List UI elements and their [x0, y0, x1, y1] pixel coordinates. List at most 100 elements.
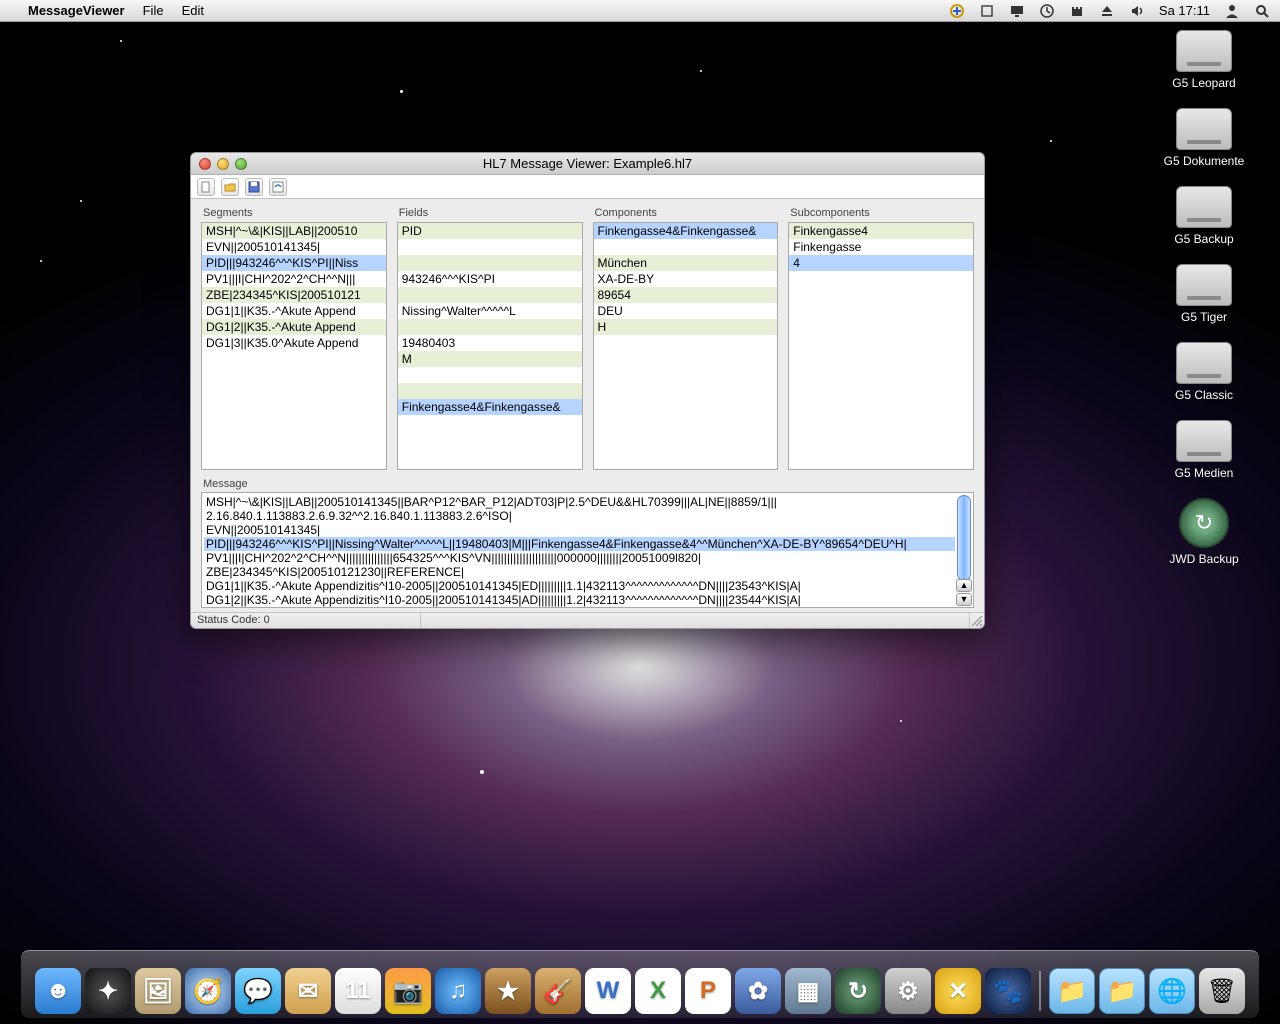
status-text: Status Code: 0 — [191, 613, 421, 628]
volume-icon[interactable] — [1129, 3, 1145, 19]
list-item[interactable] — [594, 239, 778, 255]
dock-folder-globe[interactable]: 🌐 — [1149, 968, 1195, 1014]
dock-preview[interactable]: 🖼 — [135, 968, 181, 1014]
new-doc-button[interactable] — [197, 178, 215, 196]
list-item[interactable]: Finkengasse4&Finkengasse& — [398, 399, 582, 415]
dock-trash[interactable]: 🗑 — [1199, 968, 1245, 1014]
list-item[interactable]: PID — [398, 223, 582, 239]
message-line[interactable]: MSH|^~\&|KIS||LAB||200510141345||BAR^P12… — [204, 495, 955, 509]
dock-app-blue[interactable]: ✿ — [735, 968, 781, 1014]
drive-label: G5 Dokumente — [1164, 154, 1245, 168]
drive-leopard[interactable]: G5 Leopard — [1144, 30, 1264, 90]
resize-grip[interactable] — [970, 613, 984, 628]
dock-itunes[interactable]: ♫ — [435, 968, 481, 1014]
dock-iphoto[interactable]: 📷 — [385, 968, 431, 1014]
dock-folder-a[interactable]: 📁 — [1049, 968, 1095, 1014]
segments-list[interactable]: MSH|^~\&|KIS||LAB||200510EVN||2005101413… — [201, 222, 387, 470]
clock[interactable]: Sa 17:11 — [1159, 3, 1210, 18]
list-item[interactable] — [398, 319, 582, 335]
list-item[interactable]: 19480403 — [398, 335, 582, 351]
list-item[interactable]: H — [594, 319, 778, 335]
user-icon[interactable] — [1224, 3, 1240, 19]
components-list[interactable]: Finkengasse4&Finkengasse& MünchenXA-DE-B… — [593, 222, 779, 470]
dock-timemachine[interactable]: ↻ — [835, 968, 881, 1014]
list-item[interactable] — [398, 287, 582, 303]
message-line[interactable]: ZBE|234345^KIS|200510121230||REFERENCE| — [204, 565, 955, 579]
list-item[interactable] — [398, 255, 582, 271]
list-item[interactable]: EVN||200510141345| — [202, 239, 386, 255]
app-menu[interactable]: MessageViewer — [28, 3, 125, 18]
drive-medien[interactable]: G5 Medien — [1144, 420, 1264, 480]
menu-edit[interactable]: Edit — [182, 3, 204, 18]
titlebar[interactable]: HL7 Message Viewer: Example6.hl7 — [191, 153, 984, 175]
message-line[interactable]: EVN||200510141345| — [204, 523, 955, 537]
dock-finder[interactable]: ☻ — [35, 968, 81, 1014]
dock-powerpoint[interactable]: P — [685, 968, 731, 1014]
message-line[interactable]: PID|||943246^^^KIS^PI||Nissing^Walter^^^… — [204, 537, 955, 551]
drive-dokumente[interactable]: G5 Dokumente — [1144, 108, 1264, 168]
list-item[interactable]: DEU — [594, 303, 778, 319]
list-item[interactable]: Finkengasse4&Finkengasse& — [594, 223, 778, 239]
list-item[interactable]: Finkengasse4 — [789, 223, 973, 239]
list-item[interactable]: Nissing^Walter^^^^^L — [398, 303, 582, 319]
list-item[interactable] — [398, 367, 582, 383]
status-icon-1[interactable] — [949, 3, 965, 19]
save-button[interactable] — [245, 178, 263, 196]
dock-garageband[interactable]: 🎸 — [535, 968, 581, 1014]
scroll-down-button[interactable]: ▼ — [956, 593, 972, 606]
list-item[interactable] — [398, 239, 582, 255]
dock-ichat[interactable]: 💬 — [235, 968, 281, 1014]
dock-ical[interactable]: 11 — [335, 968, 381, 1014]
status-icon-display[interactable] — [1009, 3, 1025, 19]
list-item[interactable]: XA-DE-BY — [594, 271, 778, 287]
list-item[interactable]: DG1|2||K35.-^Akute Append — [202, 319, 386, 335]
list-item[interactable]: München — [594, 255, 778, 271]
dock-sysprefs[interactable]: ⚙ — [885, 968, 931, 1014]
statusbar: Status Code: 0 — [191, 612, 984, 628]
subcomponents-list[interactable]: Finkengasse4Finkengasse4 — [788, 222, 974, 470]
dock-imovie[interactable]: ★ — [485, 968, 531, 1014]
list-item[interactable]: PV1|||I|CHI^202^2^CH^^N||| — [202, 271, 386, 287]
list-item[interactable]: Finkengasse — [789, 239, 973, 255]
fields-list[interactable]: PID 943246^^^KIS^PI Nissing^Walter^^^^^L… — [397, 222, 583, 470]
drive-classic[interactable]: G5 Classic — [1144, 342, 1264, 402]
message-line[interactable]: DG1|2||K35.-^Akute Appendizitis^I10-2005… — [204, 593, 955, 607]
list-item[interactable] — [398, 383, 582, 399]
list-item[interactable]: 89654 — [594, 287, 778, 303]
drive-tiger[interactable]: G5 Tiger — [1144, 264, 1264, 324]
dock-app-grid[interactable]: ▦ — [785, 968, 831, 1014]
drive-timemachine[interactable]: ↻JWD Backup — [1144, 498, 1264, 566]
message-line[interactable]: 2.16.840.1.113883.2.6.9.32^^2.16.840.1.1… — [204, 509, 955, 523]
drive-backup[interactable]: G5 Backup — [1144, 186, 1264, 246]
dock-safari[interactable]: 🧭 — [185, 968, 231, 1014]
list-item[interactable]: DG1|1||K35.-^Akute Append — [202, 303, 386, 319]
open-button[interactable] — [221, 178, 239, 196]
list-item[interactable]: 943246^^^KIS^PI — [398, 271, 582, 287]
scroll-up-button[interactable]: ▲ — [956, 579, 972, 592]
refresh-button[interactable] — [269, 178, 287, 196]
list-item[interactable]: M — [398, 351, 582, 367]
message-line[interactable]: DG1|1||K35.-^Akute Appendizitis^I10-2005… — [204, 579, 955, 593]
dock-folder-b[interactable]: 📁 — [1099, 968, 1145, 1014]
dock-app-yellow[interactable]: ✕ — [935, 968, 981, 1014]
list-item[interactable]: DG1|3||K35.0^Akute Append — [202, 335, 386, 351]
list-item[interactable]: MSH|^~\&|KIS||LAB||200510 — [202, 223, 386, 239]
menu-file[interactable]: File — [143, 3, 164, 18]
message-line[interactable]: PV1|||I|CHI^202^2^CH^^N|||||||||||||||65… — [204, 551, 955, 565]
timemachine-menu-icon[interactable] — [1039, 3, 1055, 19]
status-icon-fort[interactable] — [1069, 3, 1085, 19]
eject-icon[interactable] — [1099, 3, 1115, 19]
dock-excel[interactable]: X — [635, 968, 681, 1014]
dock-app-paw[interactable]: 🐾 — [985, 968, 1031, 1014]
list-item[interactable]: PID|||943246^^^KIS^PI||Niss — [202, 255, 386, 271]
dock-dashboard[interactable]: ✦ — [85, 968, 131, 1014]
status-icon-2[interactable] — [979, 3, 995, 19]
spotlight-icon[interactable] — [1254, 3, 1270, 19]
list-item[interactable]: 4 — [789, 255, 973, 271]
segments-panel: Segments MSH|^~\&|KIS||LAB||200510EVN||2… — [201, 205, 387, 470]
scrollbar-thumb[interactable] — [957, 495, 971, 581]
dock-mail[interactable]: ✉ — [285, 968, 331, 1014]
dock-word[interactable]: W — [585, 968, 631, 1014]
list-item[interactable]: ZBE|234345^KIS|200510121 — [202, 287, 386, 303]
message-textarea[interactable]: MSH|^~\&|KIS||LAB||200510141345||BAR^P12… — [201, 492, 974, 608]
